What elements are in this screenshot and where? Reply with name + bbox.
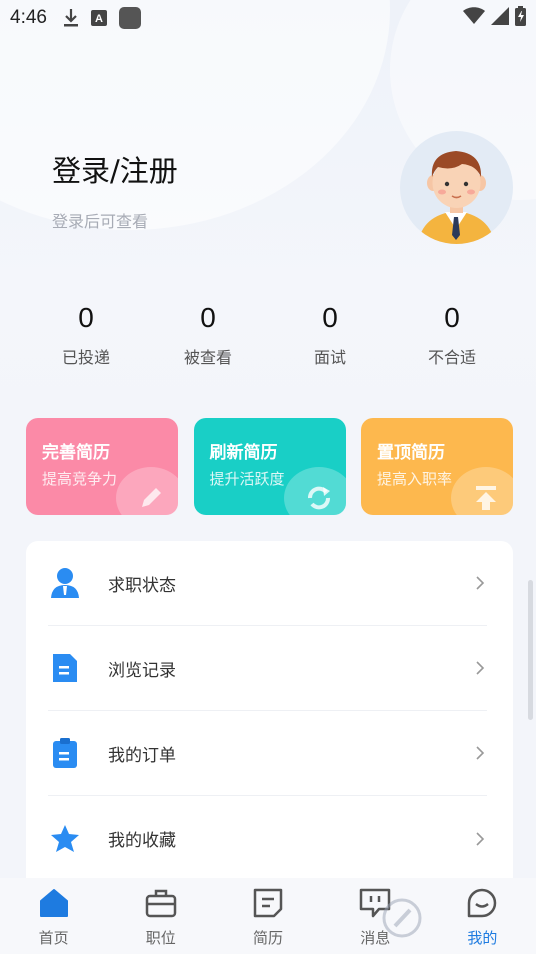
app-square-icon [118, 7, 141, 29]
home-icon [37, 886, 71, 920]
stats-row: 0 已投递 0 被查看 0 面试 0 不合适 [25, 300, 513, 370]
avatar-man-icon[interactable] [400, 131, 513, 244]
menu-list: 求职状态 浏览记录 我的订单 我的收藏 [26, 541, 513, 901]
document-icon [48, 651, 82, 685]
svg-text:A: A [95, 13, 103, 25]
bottom-navigation: 首页 职位 简历 消息 我的 [0, 878, 536, 954]
menu-item-label: 求职状态 [108, 575, 176, 596]
signal-icon [491, 7, 509, 29]
battery-charging-icon [515, 6, 526, 30]
chevron-right-icon [476, 576, 485, 590]
stat-value: 0 [322, 302, 338, 333]
stat-applied[interactable]: 0 已投递 [25, 300, 147, 370]
card-title: 刷新简历 [209, 443, 278, 463]
resume-icon [251, 886, 285, 920]
stat-value: 0 [78, 302, 94, 333]
tab-messages[interactable]: 消息 [322, 878, 429, 954]
stat-label: 被查看 [183, 348, 232, 367]
download-icon [63, 8, 79, 28]
top-resume-card[interactable]: 置顶简历 提高入职率 [361, 418, 513, 515]
card-title: 置顶简历 [377, 443, 445, 463]
stat-label: 不合适 [427, 348, 476, 367]
tab-label: 首页 [38, 929, 69, 947]
card-title: 完善简历 [42, 443, 110, 463]
wifi-icon [463, 7, 485, 29]
tab-mine[interactable]: 我的 [429, 878, 536, 954]
stat-value: 0 [444, 302, 460, 333]
star-icon [48, 822, 82, 856]
stat-interview[interactable]: 0 面试 [269, 300, 391, 370]
action-cards: 完善简历 提高竞争力 刷新简历 提升活跃度 置顶简历 提高入职率 [26, 418, 513, 515]
status-bar: 4:46 A [0, 0, 536, 36]
menu-item-my-favorites[interactable]: 我的收藏 [48, 796, 487, 881]
message-icon [358, 886, 392, 920]
menu-item-job-status[interactable]: 求职状态 [48, 541, 487, 626]
refresh-resume-card[interactable]: 刷新简历 提升活跃度 [193, 418, 346, 515]
menu-item-browse-history[interactable]: 浏览记录 [48, 626, 487, 711]
status-time: 4:46 [10, 7, 47, 28]
tab-resume[interactable]: 简历 [214, 878, 321, 954]
chevron-right-icon [476, 831, 485, 846]
stat-label: 已投递 [61, 348, 110, 367]
login-hint: 登录后可查看 [52, 212, 149, 231]
login-register-link[interactable]: 登录/注册 [52, 148, 178, 190]
tab-jobs[interactable]: 职位 [107, 878, 214, 954]
menu-item-label: 我的订单 [108, 745, 176, 766]
tab-label: 职位 [145, 929, 176, 947]
tab-label: 消息 [360, 929, 391, 947]
tab-label: 简历 [253, 929, 284, 947]
menu-item-label: 浏览记录 [108, 660, 176, 681]
improve-resume-card[interactable]: 完善简历 提高竞争力 [26, 418, 178, 515]
menu-item-label: 我的收藏 [108, 831, 176, 851]
tab-label: 我的 [467, 929, 498, 947]
person-icon [48, 566, 82, 600]
scrollbar[interactable] [528, 580, 533, 720]
clipboard-icon [48, 736, 82, 770]
stat-value: 0 [200, 302, 216, 333]
menu-item-my-orders[interactable]: 我的订单 [48, 711, 487, 796]
stat-label: 面试 [313, 348, 346, 367]
stat-unsuitable[interactable]: 0 不合适 [391, 300, 513, 370]
briefcase-icon [144, 886, 178, 920]
chevron-right-icon [476, 746, 485, 760]
tab-home[interactable]: 首页 [0, 878, 107, 954]
chevron-right-icon [476, 661, 485, 675]
a-keyboard-icon: A [90, 10, 107, 26]
stat-viewed[interactable]: 0 被查看 [147, 300, 269, 370]
profile-icon [465, 886, 499, 920]
